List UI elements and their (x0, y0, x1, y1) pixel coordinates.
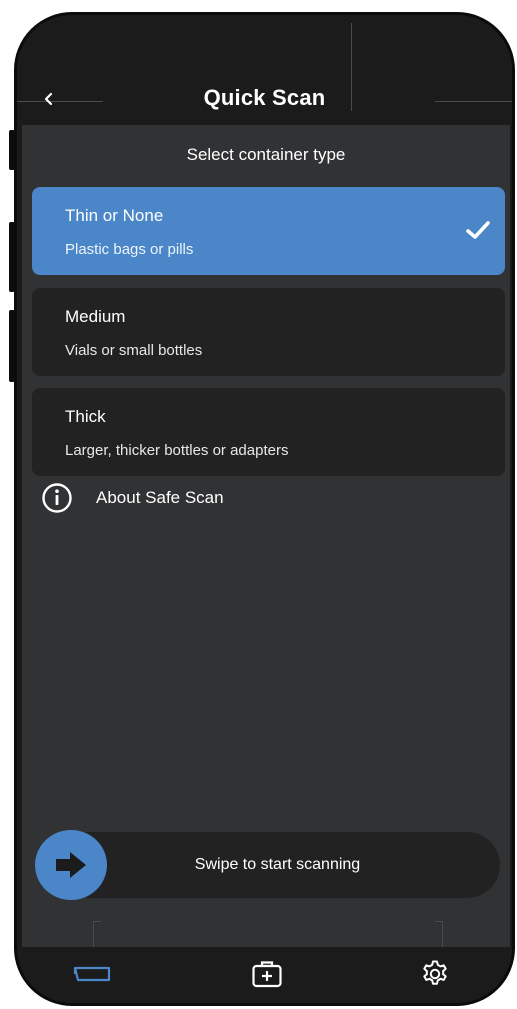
option-description: Vials or small bottles (65, 342, 203, 359)
about-label: About Safe Scan (96, 488, 224, 507)
checkmark-icon (466, 221, 490, 239)
nav-settings-tab[interactable] (415, 957, 455, 991)
option-thick[interactable]: Thick Larger, thicker bottles or adapter… (32, 388, 505, 476)
arrow-right-icon (56, 852, 86, 878)
phone-frame: Quick Scan Select container type Thin or… (14, 12, 515, 1006)
app-header: Quick Scan (17, 77, 512, 125)
nav-scan-tab[interactable] (72, 957, 112, 991)
guide-line (93, 921, 101, 922)
option-title: Thin or None (65, 206, 164, 225)
option-description: Larger, thicker bottles or adapters (65, 442, 289, 459)
swipe-to-scan-slider[interactable]: Swipe to start scanning (35, 830, 500, 900)
section-title: Select container type (186, 145, 346, 164)
swipe-handle[interactable] (35, 830, 107, 900)
swipe-label: Swipe to start scanning (194, 856, 361, 873)
nav-medical-tab[interactable] (247, 957, 287, 991)
gear-icon (423, 960, 447, 985)
scan-tab-icon (73, 966, 111, 982)
page-title: Quick Scan (203, 85, 326, 110)
option-thin-or-none[interactable]: Thin or None Plastic bags or pills (32, 187, 505, 275)
info-icon (42, 483, 72, 513)
option-medium[interactable]: Medium Vials or small bottles (32, 288, 505, 376)
option-description: Plastic bags or pills (65, 241, 194, 258)
bottom-navigation (17, 947, 512, 1003)
about-safe-scan-link[interactable]: About Safe Scan (40, 481, 224, 515)
option-title: Thick (65, 407, 106, 426)
main-content: Select container type Thin or None Plast… (22, 125, 510, 957)
medical-kit-icon (252, 961, 282, 988)
option-title: Medium (65, 307, 126, 326)
